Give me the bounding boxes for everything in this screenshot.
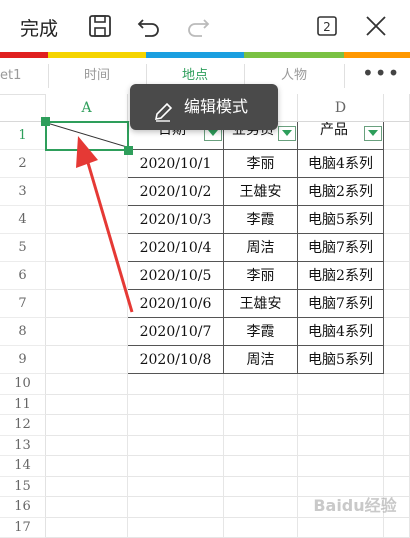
baidu-jingyan-watermark: Baidu经验 (300, 484, 410, 528)
red-arrow-annotation (0, 0, 410, 532)
watermark-text: Baidu经验 (313, 496, 397, 515)
